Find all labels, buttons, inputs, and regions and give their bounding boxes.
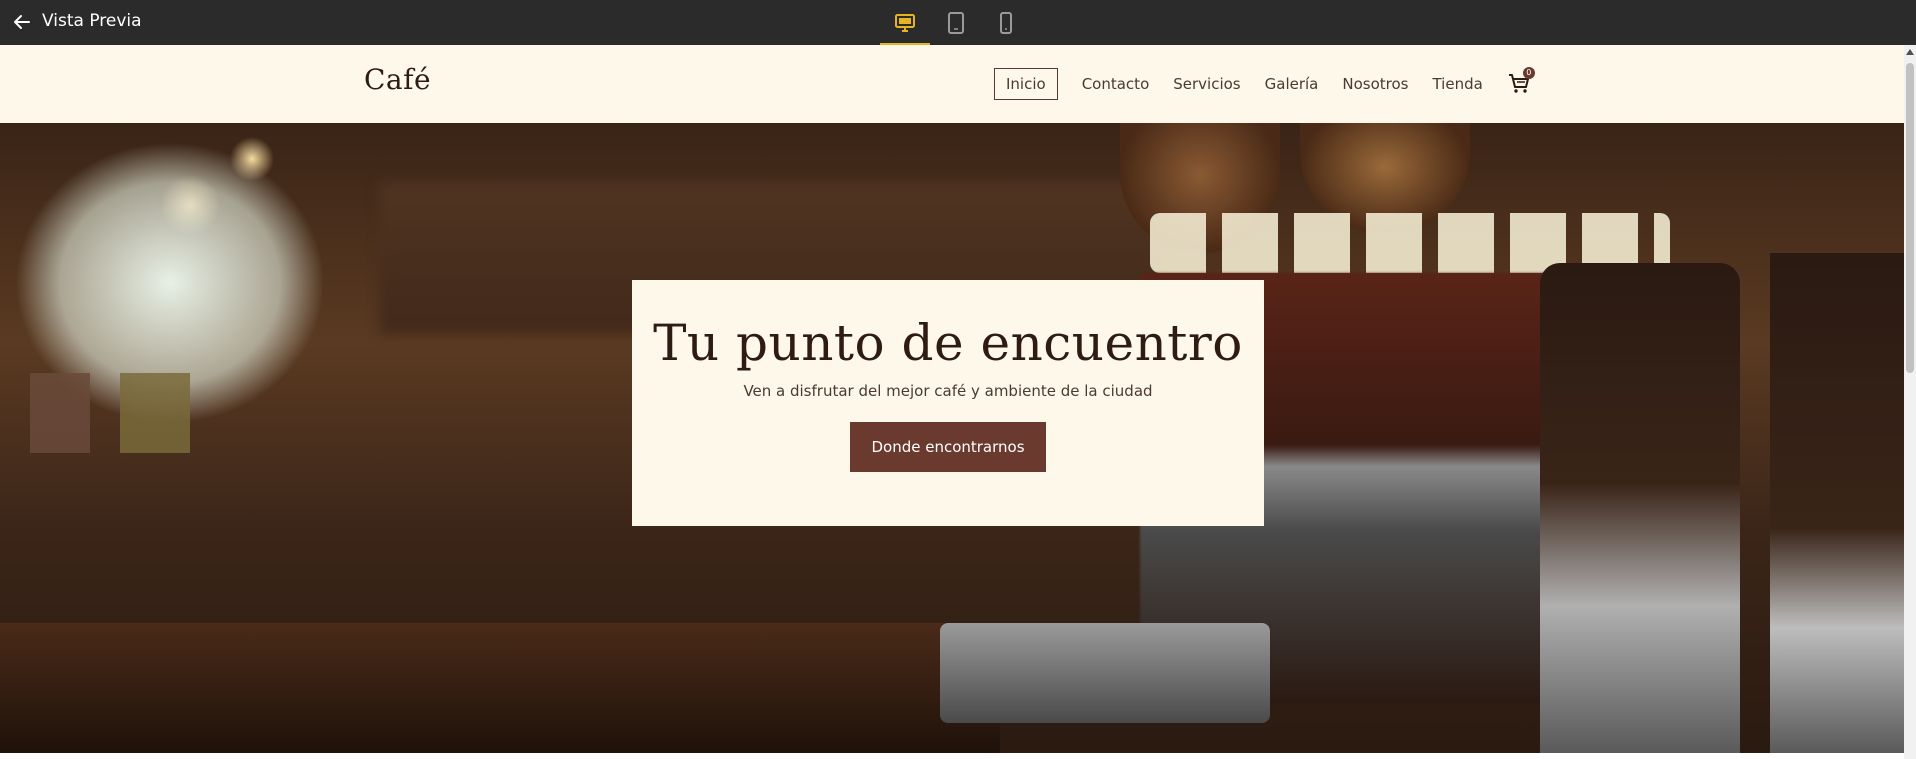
device-tablet-button[interactable] [931,0,981,45]
site-header: Café Inicio Contacto Servicios Galería N… [0,45,1904,123]
arrow-left-icon [14,15,30,29]
tablet-icon [948,11,964,34]
hero-card: Tu punto de encuentro Ven a disfrutar de… [632,280,1264,526]
cart-count-badge: 0 [1522,67,1535,79]
phone-icon [1000,11,1012,34]
nav-item-nosotros[interactable]: Nosotros [1342,69,1408,99]
preview-frame: Café Inicio Contacto Servicios Galería N… [0,45,1904,759]
monitor-icon [895,13,915,32]
nav-item-galeria[interactable]: Galería [1265,69,1319,99]
hero-section: Tu punto de encuentro Ven a disfrutar de… [0,123,1904,753]
cart-button[interactable]: 0 [1507,67,1535,97]
preview-scrollbar[interactable] [1904,45,1916,759]
device-mobile-button[interactable] [981,0,1031,45]
hero-background-notes [30,373,190,453]
find-us-button[interactable]: Donde encontrarnos [850,422,1046,472]
nav-item-inicio[interactable]: Inicio [994,68,1058,100]
hero-background-drip-tray [940,623,1270,723]
hero-background-grinder [1540,263,1740,753]
hero-background-counter [0,623,1000,753]
hero-title: Tu punto de encuentro [653,314,1243,372]
preview-toolbar: Vista Previa [0,0,1916,45]
scrollbar-thumb[interactable] [1906,63,1914,373]
back-button[interactable] [8,8,36,36]
preview-title: Vista Previa [42,11,142,31]
nav-item-contacto[interactable]: Contacto [1082,69,1150,99]
nav-item-tienda[interactable]: Tienda [1432,69,1482,99]
nav-item-servicios[interactable]: Servicios [1173,69,1240,99]
site-logo[interactable]: Café [364,63,431,96]
device-desktop-button[interactable] [880,0,930,45]
hero-subtitle: Ven a disfrutar del mejor café y ambient… [743,382,1153,400]
scroll-up-arrow-icon[interactable] [1906,49,1914,55]
hero-background-grinder [1770,253,1904,753]
site-nav: Inicio Contacto Servicios Galería Nosotr… [994,67,1535,100]
